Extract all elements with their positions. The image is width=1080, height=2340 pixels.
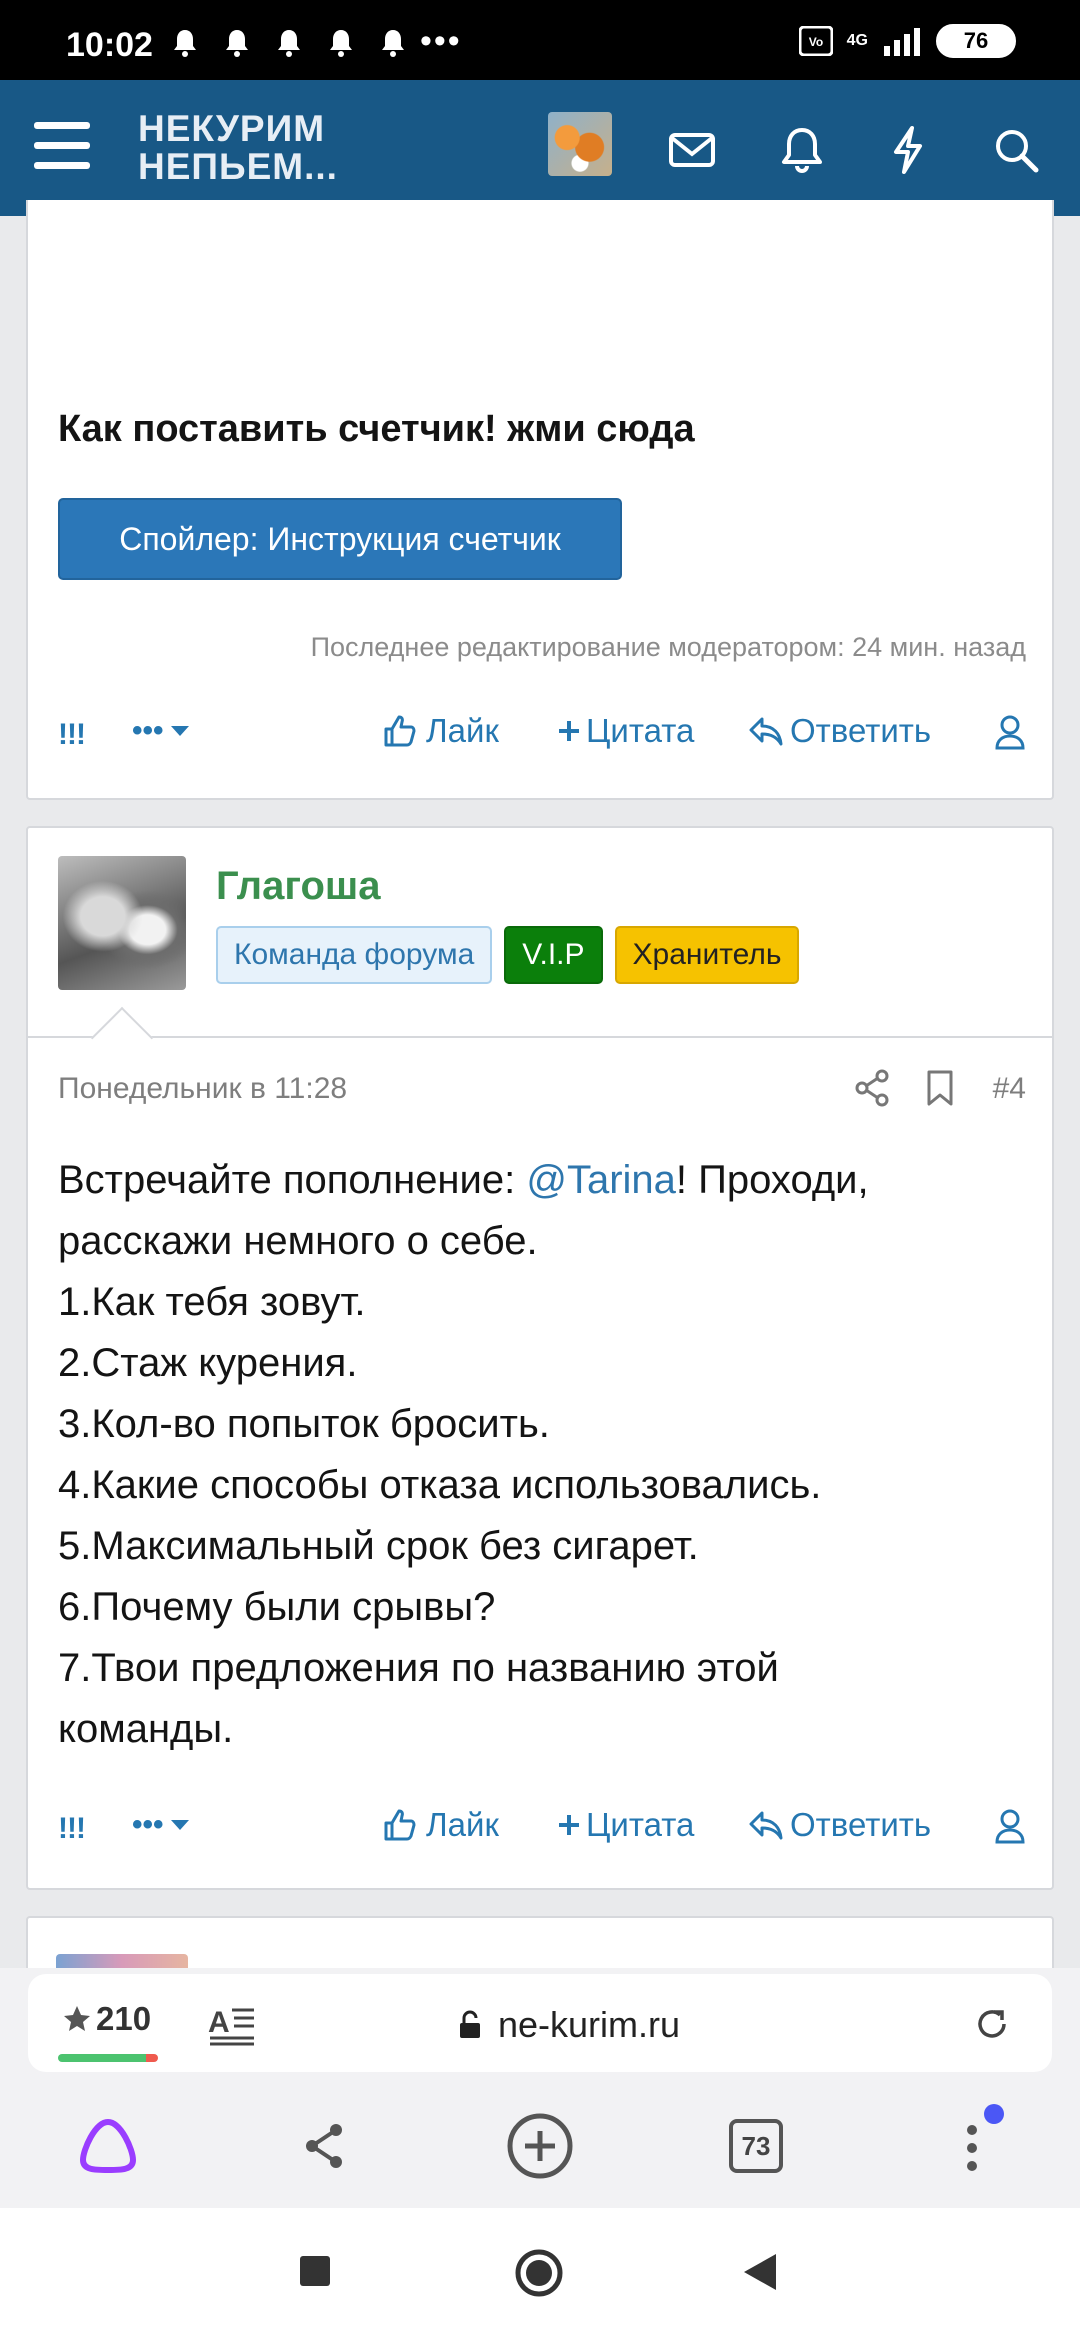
thumbs-up-icon (384, 715, 416, 747)
post-actions: !!! ••• Лайк Цитата Ответить (28, 704, 1052, 764)
user-mention[interactable]: @Tarina (526, 1158, 676, 1202)
author-avatar[interactable] (58, 856, 186, 990)
plus-icon (559, 1815, 579, 1835)
svg-text:A: A (208, 2006, 230, 2039)
post-author: Глагоша Команда форума V.I.P Хранитель (28, 828, 1052, 1038)
search-icon[interactable] (990, 124, 1042, 176)
svg-text:Vo: Vo (808, 35, 822, 49)
post-number[interactable]: #4 (993, 1072, 1026, 1106)
bell-icon (330, 30, 352, 57)
badge-team: Команда форума (216, 926, 493, 984)
post-card: Глагоша Команда форума V.I.P Хранитель П… (26, 826, 1054, 1890)
reader-mode-icon[interactable]: A (208, 2002, 258, 2046)
tabs-button[interactable]: 73 (716, 2106, 796, 2186)
quote-button[interactable]: Цитата (556, 712, 694, 750)
status-bar: 10:02 ••• Vo 4G 76 (0, 0, 1080, 80)
post-line: 7.Твои предложения по названию этой (58, 1646, 779, 1690)
new-tab-button[interactable] (500, 2106, 580, 2186)
user-icon[interactable] (994, 714, 1026, 750)
badge-vip: V.I.P (504, 926, 603, 984)
share-icon[interactable] (854, 1068, 890, 1108)
home-icon[interactable] (514, 2248, 564, 2298)
post-line: 4.Какие способы отказа использовались. (58, 1463, 822, 1507)
bell-icon (226, 30, 248, 57)
address-pill[interactable]: 210 A ne-kurim.ru (28, 1974, 1052, 2072)
reload-icon[interactable] (972, 2004, 1012, 2044)
bell-icon (278, 30, 300, 57)
post-line: 3.Кол-во попыток бросить. (58, 1402, 550, 1446)
bell-icon (174, 30, 196, 57)
post-line: 1.Как тебя зовут. (58, 1280, 366, 1324)
post-heading: Как поставить счетчик! жми сюда (58, 408, 695, 450)
quote-button[interactable]: Цитата (556, 1806, 694, 1844)
reply-button[interactable]: Ответить (748, 1806, 931, 1844)
thumbs-up-icon (384, 1809, 416, 1841)
plus-circle-icon (507, 2113, 573, 2179)
post-line: Встречайте пополнение: @Tarina! Проходи, (58, 1158, 869, 1202)
menu-icon[interactable] (32, 120, 92, 172)
volte-icon: Vo (798, 26, 833, 56)
share-button[interactable] (284, 2106, 364, 2186)
mail-icon[interactable] (666, 124, 718, 176)
user-badges: Команда форума V.I.P Хранитель (216, 926, 800, 984)
share-icon (306, 2124, 342, 2168)
browser-toolbar: 73 (0, 2078, 1080, 2208)
user-avatar[interactable] (548, 112, 612, 176)
lock-icon (460, 2010, 480, 2038)
signal-icon (884, 28, 920, 56)
chevron-down-icon (170, 1820, 189, 1830)
post-line: 6.Почему были срывы? (58, 1585, 496, 1629)
post-line: команды. (58, 1707, 234, 1751)
reply-button[interactable]: Ответить (748, 712, 931, 750)
like-button[interactable]: Лайк (382, 712, 499, 750)
plus-icon (559, 721, 579, 741)
more-vertical-icon (967, 2125, 977, 2171)
network-type: 4G (846, 32, 868, 49)
user-icon[interactable] (994, 1808, 1026, 1844)
post-line: расскажи немного о себе. (58, 1219, 538, 1263)
post-line: 5.Максимальный срок без сигарет. (58, 1524, 699, 1568)
star-icon (64, 2006, 90, 2031)
alice-button[interactable] (68, 2106, 148, 2186)
tabs-count: 73 (729, 2119, 783, 2173)
bookmark-icon[interactable] (924, 1068, 956, 1108)
post-date[interactable]: Понедельник в 11:28 (58, 1072, 347, 1106)
reply-icon (749, 1811, 783, 1840)
url-display[interactable]: ne-kurim.ru (458, 2004, 680, 2046)
notification-dot (984, 2104, 1004, 2124)
post-line: 2.Стаж курения. (58, 1341, 358, 1385)
report-button[interactable]: !!! (58, 718, 86, 752)
post-card: Как поставить счетчик! жми сюда Спойлер:… (26, 200, 1054, 800)
edit-note: Последнее редактирование модератором: 24… (310, 632, 1026, 662)
reply-icon (749, 717, 783, 746)
bell-icon (382, 30, 404, 57)
chevron-down-icon (170, 726, 189, 736)
post-actions: !!! ••• Лайк Цитата Ответить (28, 1798, 1052, 1858)
report-button[interactable]: !!! (58, 1812, 86, 1846)
site-logo[interactable]: НЕКУРИМ НЕПЬЕМ... (138, 110, 338, 186)
more-actions-button[interactable]: ••• (132, 1808, 190, 1842)
post-body: Встречайте пополнение: @Tarina! Проходи,… (58, 1150, 1018, 1760)
site-header: НЕКУРИМ НЕПЬЕМ... (0, 80, 1080, 216)
lightning-icon[interactable] (882, 124, 934, 176)
more-actions-button[interactable]: ••• (132, 714, 190, 748)
more-notifications: ••• (420, 22, 462, 60)
author-name[interactable]: Глагоша (216, 864, 381, 909)
badge-keeper: Хранитель (614, 926, 800, 984)
notification-icons (172, 28, 406, 58)
spoiler-button[interactable]: Спойлер: Инструкция счетчик (58, 498, 622, 580)
bell-icon[interactable] (776, 124, 828, 176)
browser-address-bar: 210 A ne-kurim.ru (0, 1968, 1080, 2078)
rating-bar (58, 2054, 158, 2062)
recents-icon[interactable] (298, 2254, 332, 2288)
clock: 10:02 (66, 26, 153, 64)
system-navigation-bar (0, 2208, 1080, 2340)
like-button[interactable]: Лайк (382, 1806, 499, 1844)
site-rating[interactable]: 210 (62, 2000, 151, 2038)
back-icon[interactable] (742, 2252, 778, 2292)
alice-icon (79, 2118, 137, 2173)
battery-indicator: 76 (936, 24, 1016, 58)
